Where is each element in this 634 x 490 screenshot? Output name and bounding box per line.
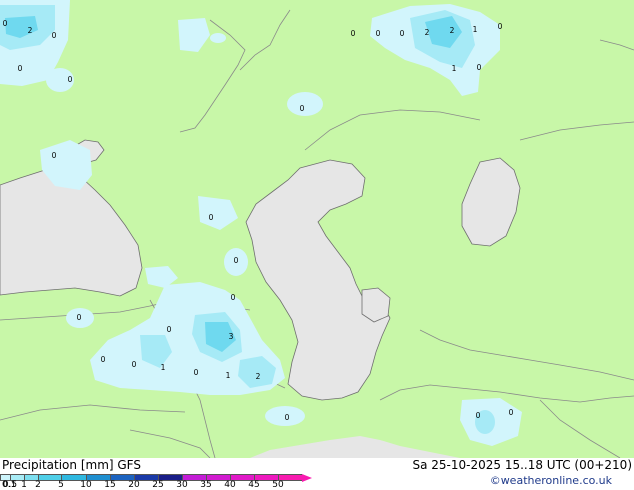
scale-label: 10 [80, 480, 92, 490]
value-label: 0 [101, 355, 106, 364]
scale-label: 30 [176, 480, 188, 490]
value-label: 0 [68, 75, 73, 84]
value-label: 0 [509, 408, 514, 417]
map-title: Precipitation [mm] GFS [2, 458, 141, 472]
map-footer: Precipitation [mm] GFS Sa 25-10-2025 15.… [0, 458, 634, 490]
scale-label: 50 [272, 480, 284, 490]
value-label: 0 [18, 64, 23, 73]
value-label: 0 [3, 19, 8, 28]
value-label: 0 [194, 368, 199, 377]
scale-label: 45 [248, 480, 260, 490]
value-label: 0 [300, 104, 305, 113]
value-label: 2 [28, 26, 33, 35]
value-label: 0 [209, 213, 214, 222]
value-label: 2 [425, 28, 430, 37]
value-label: 0 [351, 29, 356, 38]
value-label: 0 [476, 411, 481, 420]
value-label: 1 [226, 371, 231, 380]
value-label: 0 [477, 63, 482, 72]
value-label: 0 [234, 256, 239, 265]
scale-label: 5 [58, 480, 64, 490]
precipitation-map: 0 2 0 0 0 0 0 0 2 2 1 0 1 0 0 0 0 0 0 0 … [0, 0, 634, 458]
value-label: 1 [161, 363, 166, 372]
value-label: 0 [376, 29, 381, 38]
value-label: 0 [498, 22, 503, 31]
scale-label: 1 [21, 480, 27, 490]
value-label: 0 [52, 151, 57, 160]
scale-label: 15 [104, 480, 116, 490]
value-label: 0 [285, 413, 290, 422]
value-label: 0 [52, 31, 57, 40]
credit-link[interactable]: ©weatheronline.co.uk [490, 474, 612, 487]
scale-label: 35 [200, 480, 212, 490]
color-scale-labels: 0.1 0.5 1 2 5 10 15 20 25 30 35 40 45 50 [0, 480, 330, 490]
scale-label: 40 [224, 480, 236, 490]
value-label: 0 [167, 325, 172, 334]
scale-label: 2 [35, 480, 41, 490]
valid-time: Sa 25-10-2025 15..18 UTC (00+210) [412, 458, 632, 472]
value-label: 2 [450, 26, 455, 35]
value-label: 0 [132, 360, 137, 369]
value-label: 1 [452, 64, 457, 73]
scale-label: 0.5 [2, 480, 18, 490]
scale-label: 20 [128, 480, 140, 490]
weather-map-view: 0 2 0 0 0 0 0 0 2 2 1 0 1 0 0 0 0 0 0 0 … [0, 0, 634, 490]
value-label: 3 [229, 332, 234, 341]
value-label: 2 [256, 372, 261, 381]
scale-label: 25 [152, 480, 164, 490]
value-label: 0 [400, 29, 405, 38]
value-label: 0 [77, 313, 82, 322]
value-label: 0 [231, 293, 236, 302]
value-label: 1 [473, 25, 478, 34]
